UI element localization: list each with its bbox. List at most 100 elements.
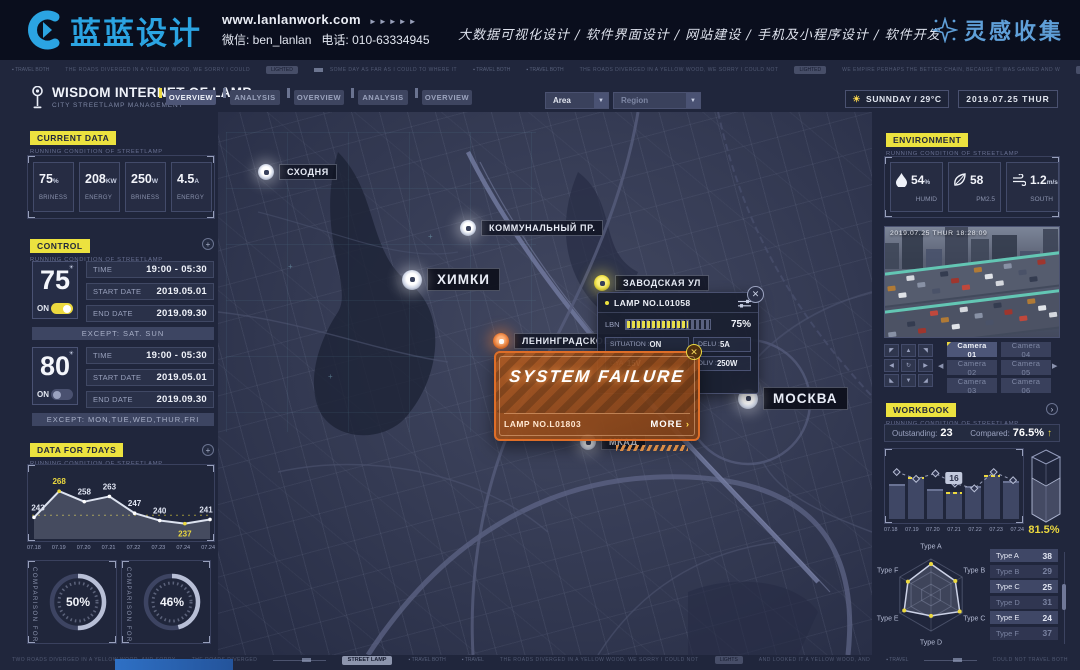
inspiration-collect[interactable]: 灵感收集 bbox=[932, 14, 1064, 46]
pan-down-button[interactable]: ▼ bbox=[901, 374, 916, 387]
control-header: CONTROL RUNNING CONDITION OF STREETLAMP bbox=[30, 236, 163, 263]
decor-item: SOME DAY AS FAR AS I COULD TO WHERE IT bbox=[330, 67, 457, 73]
data-point-label: 258 bbox=[78, 488, 92, 497]
camera-list-next[interactable]: ▶ bbox=[1052, 362, 1057, 370]
vehicle bbox=[993, 302, 1001, 307]
bulb-icon: ☀ bbox=[69, 350, 74, 357]
time-row[interactable]: TIME19:00 - 05:30 bbox=[86, 347, 214, 364]
camera-feed[interactable]: 2019.07.25 THUR 18:28:09 bbox=[884, 226, 1060, 338]
tab-overview-2[interactable]: OVERVIEW bbox=[294, 90, 344, 105]
close-icon[interactable]: ✕ bbox=[747, 286, 764, 303]
radar-axis-label: Type C bbox=[963, 616, 985, 623]
website-url[interactable]: www.lanlanwork.com bbox=[222, 12, 361, 27]
power-toggle[interactable] bbox=[51, 303, 73, 314]
wind-icon bbox=[1012, 174, 1026, 186]
camera-button[interactable]: Camera 06 bbox=[1001, 378, 1051, 393]
camera-button[interactable]: Camera 04 bbox=[1001, 342, 1051, 357]
workbook-total: 81.5% bbox=[1024, 524, 1064, 536]
scrollbar-thumb[interactable] bbox=[1062, 584, 1066, 610]
map-pin-label: ЗАВОДСКАЯ УЛ bbox=[615, 275, 709, 291]
lamp-pin-icon bbox=[493, 333, 509, 349]
type-row[interactable]: Type A38 bbox=[990, 549, 1058, 562]
type-row[interactable]: Type C25 bbox=[990, 580, 1058, 593]
pan-right-button[interactable]: ▶ bbox=[918, 359, 933, 372]
end-date-row[interactable]: END DATE2019.09.30 bbox=[86, 391, 214, 408]
pan-down-right-button[interactable]: ◢ bbox=[918, 374, 933, 387]
tab-overview-3[interactable]: OVERVIEW bbox=[422, 90, 472, 105]
vehicle bbox=[940, 271, 948, 276]
start-date-row[interactable]: START DATE2019.05.01 bbox=[86, 283, 214, 300]
vehicle bbox=[962, 284, 970, 289]
region-select[interactable]: Region▼ bbox=[613, 92, 701, 109]
type-label: Type B bbox=[996, 567, 1019, 576]
decor-item: WE EMPIRE PERHAPS THE BETTER CHAIN, BECA… bbox=[842, 67, 1060, 73]
camera-button[interactable]: Camera 03 bbox=[947, 378, 997, 393]
time-row[interactable]: TIME19:00 - 05:30 bbox=[86, 261, 214, 278]
camera-list-prev[interactable]: ◀ bbox=[938, 362, 943, 370]
area-select[interactable]: Area▼ bbox=[545, 92, 609, 109]
pan-down-left-button[interactable]: ◣ bbox=[884, 374, 899, 387]
date-display: 2019.07.25 THUR bbox=[958, 90, 1058, 108]
map-pin[interactable]: КОММУНАЛЬНЫЙ ПР. bbox=[460, 220, 603, 236]
except-days: EXCEPT: MON,TUE,WED,THUR,FRI bbox=[32, 413, 214, 426]
view-tabs: OVERVIEW ANALYSIS OVERVIEW ANALYSIS OVER… bbox=[166, 90, 472, 105]
axis-tick-label: 07.21 bbox=[947, 527, 961, 533]
axis-tick-label: 07.20 bbox=[77, 545, 91, 551]
more-button[interactable]: MORE› bbox=[650, 419, 690, 430]
camera-button[interactable]: Camera 05 bbox=[1001, 360, 1051, 375]
arrow-up-icon: ↑ bbox=[1047, 428, 1052, 439]
camera-button[interactable]: Camera 02 bbox=[947, 360, 997, 375]
type-row[interactable]: Type E24 bbox=[990, 611, 1058, 624]
pan-left-button[interactable]: ◀ bbox=[884, 359, 899, 372]
current-data-title: CURRENT DATA bbox=[30, 131, 116, 145]
type-value: 38 bbox=[1043, 551, 1052, 561]
lbn-value: 75% bbox=[731, 319, 751, 330]
power-toggle[interactable] bbox=[51, 389, 73, 400]
end-date-row[interactable]: END DATE2019.09.30 bbox=[86, 305, 214, 322]
type-row[interactable]: Type F37 bbox=[990, 627, 1058, 640]
type-row[interactable]: Type D31 bbox=[990, 596, 1058, 609]
data-point-label: 240 bbox=[153, 507, 167, 516]
vehicle bbox=[887, 286, 895, 291]
compared-value: 76.5% bbox=[1013, 427, 1044, 439]
promo-banner: 蓝蓝设计 www.lanlanwork.com►►►►► 微信: ben_lan… bbox=[0, 0, 1080, 60]
type-value: 24 bbox=[1043, 613, 1052, 623]
decor-item: LIGHTED bbox=[266, 66, 298, 74]
camera-button[interactable]: Camera 01 bbox=[947, 342, 997, 357]
map-pin[interactable]: ХИМКИ bbox=[402, 268, 500, 291]
brightness-bar[interactable] bbox=[625, 319, 711, 330]
map-pin[interactable]: СХОДНЯ bbox=[258, 164, 337, 180]
week-chart-add-button[interactable]: + bbox=[202, 444, 214, 456]
pan-up-left-button[interactable]: ◤ bbox=[884, 344, 899, 357]
environment-header: ENVIRONMENT RUNNING CONDITION OF STREETL… bbox=[886, 130, 1019, 157]
map-pin-label: СХОДНЯ bbox=[279, 164, 337, 180]
map-pin[interactable]: ЗАВОДСКАЯ УЛ bbox=[594, 275, 709, 291]
workbook-expand-button[interactable]: › bbox=[1046, 403, 1058, 415]
pan-up-right-button[interactable]: ◥ bbox=[918, 344, 933, 357]
refresh-button[interactable]: ↻ bbox=[901, 359, 916, 372]
control-add-button[interactable]: + bbox=[202, 238, 214, 250]
tab-analysis-2[interactable]: ANALYSIS bbox=[358, 90, 408, 105]
start-date-row[interactable]: START DATE2019.05.01 bbox=[86, 369, 214, 386]
type-row[interactable]: Type B29 bbox=[990, 565, 1058, 578]
chevron-down-icon[interactable]: ▼ bbox=[594, 93, 608, 108]
outstanding-value: 23 bbox=[940, 427, 952, 439]
current-data-stats: 75%BRINESS 208KWENERGY 250WBRINESS 4.5AE… bbox=[33, 162, 212, 212]
tab-analysis-1[interactable]: ANALYSIS bbox=[230, 90, 280, 105]
tab-overview-1[interactable]: OVERVIEW bbox=[166, 90, 216, 105]
data-point-label: 243 bbox=[31, 503, 45, 512]
data-point-label: 263 bbox=[103, 482, 117, 491]
type-value: 25 bbox=[1043, 582, 1052, 592]
pan-up-button[interactable]: ▲ bbox=[901, 344, 916, 357]
vehicle bbox=[888, 331, 896, 336]
axis-tick-label: 07.22 bbox=[968, 527, 982, 533]
close-icon[interactable]: ✕ bbox=[686, 344, 702, 360]
comparison-gauge-panel: COMPARISON FOR 50% bbox=[27, 560, 117, 644]
brand-name: 蓝蓝设计 bbox=[70, 8, 202, 53]
dashboard-screen: 蓝蓝设计 www.lanlanwork.com►►►►► 微信: ben_lan… bbox=[0, 0, 1080, 670]
brand-logo[interactable]: 蓝蓝设计 bbox=[22, 8, 202, 53]
wechat-contact: 微信: ben_lanlan bbox=[222, 33, 311, 47]
decor-item: THE ROADS DIVERGED IN A YELLOW WOOD, WE … bbox=[65, 67, 250, 73]
chevron-down-icon[interactable]: ▼ bbox=[686, 93, 700, 108]
stat-tile: 208KWENERGY bbox=[79, 162, 120, 212]
